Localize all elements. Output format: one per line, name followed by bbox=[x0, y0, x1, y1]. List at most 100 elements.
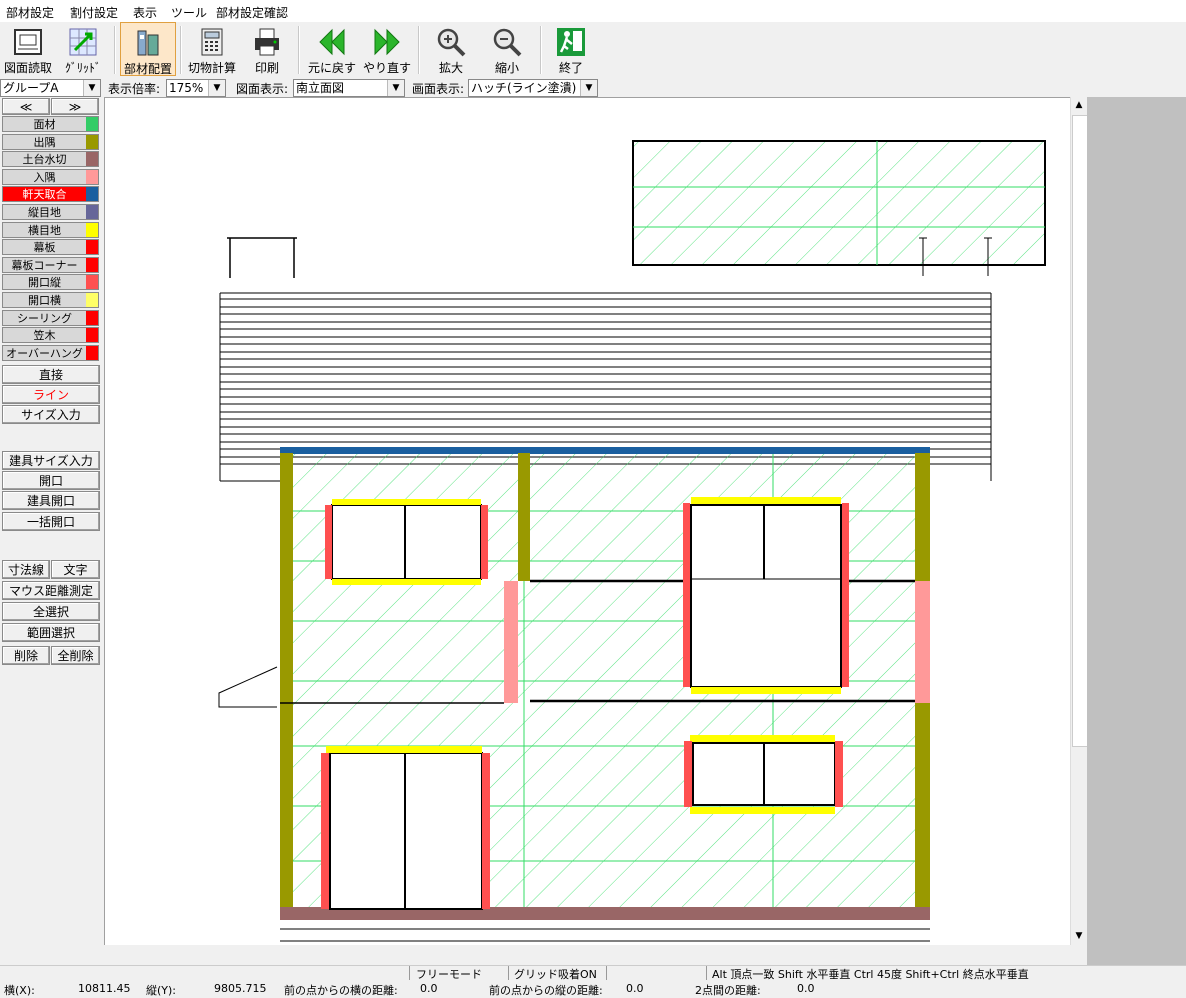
prev-page-button[interactable]: ≪ bbox=[2, 98, 50, 115]
x-value: 10811.45 bbox=[78, 982, 131, 995]
zoom-label: 表示倍率: bbox=[108, 82, 161, 96]
material-item[interactable]: 開口横 bbox=[2, 292, 99, 308]
material-item[interactable]: 開口縦 bbox=[2, 274, 99, 291]
status-bar-top: フリーモード グリッド吸着ON Alt 頂点一致 Shift 水平垂直 Ctrl… bbox=[0, 965, 1186, 981]
menu-layout-settings[interactable]: 割付設定 bbox=[70, 4, 118, 21]
opening-button[interactable]: 開口 bbox=[2, 471, 100, 490]
cut-calc-button[interactable]: 切物計算 bbox=[184, 22, 240, 76]
material-item[interactable]: 土台水切 bbox=[2, 151, 99, 168]
material-color-swatch bbox=[86, 328, 98, 343]
material-item[interactable]: 入隅 bbox=[2, 168, 99, 185]
window-upper-left bbox=[325, 499, 488, 585]
scroll-thumb[interactable] bbox=[1072, 115, 1088, 747]
material-color-swatch bbox=[86, 310, 98, 325]
next-page-button[interactable]: ≫ bbox=[51, 98, 99, 115]
zoom-in-button[interactable]: 拡大 bbox=[426, 22, 476, 76]
material-label: 入隅 bbox=[33, 170, 56, 184]
dy-value: 0.0 bbox=[626, 982, 644, 995]
material-color-swatch bbox=[86, 275, 98, 290]
material-label: シーリング bbox=[17, 311, 72, 325]
material-label: 幕板 bbox=[33, 241, 56, 255]
undo-button[interactable]: 元に戻す bbox=[304, 22, 360, 76]
zoom-select[interactable]: 175% ▼ bbox=[166, 79, 226, 97]
material-color-swatch bbox=[86, 257, 98, 272]
direct-mode-button[interactable]: 直接 bbox=[2, 365, 100, 384]
material-color-swatch bbox=[86, 169, 98, 184]
bulk-opening-button[interactable]: 一括開口 bbox=[2, 512, 100, 531]
material-label: 開口縦 bbox=[28, 276, 61, 290]
menu-view[interactable]: 表示 bbox=[133, 4, 157, 21]
material-item[interactable]: 横目地 bbox=[2, 221, 99, 238]
delete-all-button[interactable]: 全削除 bbox=[51, 646, 100, 665]
material-item[interactable]: 幕板 bbox=[2, 239, 99, 256]
inner-corner-mid bbox=[504, 581, 518, 703]
view-select[interactable]: 南立面図 ▼ bbox=[293, 79, 405, 97]
material-item[interactable]: 軒天取合 bbox=[2, 186, 99, 203]
scroll-down-icon[interactable]: ▼ bbox=[1072, 929, 1086, 943]
inner-corner-right bbox=[915, 581, 930, 703]
dx-value: 0.0 bbox=[420, 982, 438, 995]
material-color-swatch bbox=[86, 134, 98, 149]
material-label: オーバーハング bbox=[6, 346, 83, 360]
group-select[interactable]: グループA ▼ bbox=[0, 79, 101, 97]
zoom-out-button[interactable]: 縮小 bbox=[482, 22, 532, 76]
material-item[interactable]: 笠木 bbox=[2, 327, 99, 344]
roof-plan-panel bbox=[632, 140, 1046, 276]
undo-arrow-icon bbox=[319, 28, 345, 56]
mouse-measure-button[interactable]: マウス距離測定 bbox=[2, 581, 100, 600]
exit-button[interactable]: 終了 bbox=[546, 22, 596, 76]
select-all-button[interactable]: 全選択 bbox=[2, 602, 100, 621]
print-button[interactable]: 印刷 bbox=[244, 22, 290, 76]
zoom-out-icon bbox=[493, 28, 522, 57]
vertical-scrollbar[interactable]: ▲ ▼ bbox=[1070, 97, 1088, 945]
material-label: 面材 bbox=[33, 118, 56, 131]
material-item[interactable]: シーリング bbox=[2, 309, 99, 326]
display-label: 画面表示: bbox=[412, 82, 465, 96]
range-select-button[interactable]: 範囲選択 bbox=[2, 623, 100, 642]
chevron-down-icon: ▼ bbox=[208, 80, 225, 96]
dimension-line-button[interactable]: 寸法線 bbox=[2, 560, 50, 579]
material-item[interactable]: オーバーハング bbox=[2, 344, 99, 361]
material-label: 幕板コーナー bbox=[11, 258, 78, 272]
fitting-opening-button[interactable]: 建具開口 bbox=[2, 491, 100, 510]
material-item[interactable]: 出隅 bbox=[2, 133, 99, 150]
material-color-swatch bbox=[86, 187, 98, 202]
door-lower-left bbox=[321, 746, 490, 910]
material-label: 縦目地 bbox=[28, 206, 61, 219]
cut-calc-icon bbox=[201, 28, 223, 56]
delete-button[interactable]: 削除 bbox=[2, 646, 50, 665]
material-item[interactable]: 幕板コーナー bbox=[2, 256, 99, 273]
line-mode-button[interactable]: ライン bbox=[2, 385, 100, 404]
material-item[interactable]: 縦目地 bbox=[2, 204, 99, 220]
window-upper-right bbox=[683, 497, 849, 694]
scan-drawing-button[interactable]: 図面読取 bbox=[0, 22, 56, 76]
menu-tools[interactable]: ツール bbox=[171, 4, 207, 21]
size-input-button[interactable]: サイズ入力 bbox=[2, 405, 100, 424]
material-item[interactable]: 面材 bbox=[2, 116, 99, 132]
material-color-swatch bbox=[86, 205, 98, 219]
text-button[interactable]: 文字 bbox=[51, 560, 100, 579]
material-label: 土台水切 bbox=[22, 153, 67, 167]
menu-material-settings[interactable]: 部材設定 bbox=[6, 4, 54, 21]
display-select[interactable]: ハッチ(ライン塗潰) ▼ bbox=[468, 79, 598, 97]
printer-icon bbox=[255, 28, 279, 56]
fitting-size-input-button[interactable]: 建具サイズ入力 bbox=[2, 451, 100, 470]
material-color-swatch bbox=[86, 240, 98, 255]
horizontal-scrollbar[interactable] bbox=[104, 945, 1087, 965]
grid-button[interactable]: ｸﾞﾘｯﾄﾞ bbox=[58, 22, 108, 76]
place-material-button[interactable]: 部材配置 bbox=[120, 22, 176, 76]
chevron-down-icon: ▼ bbox=[83, 80, 100, 96]
chevron-down-icon: ▼ bbox=[387, 80, 404, 96]
menu-bar: 部材設定 割付設定 表示 ツール 部材設定確認 bbox=[0, 0, 1186, 23]
material-label: 横目地 bbox=[28, 223, 61, 237]
exit-icon bbox=[557, 28, 585, 56]
menu-material-check[interactable]: 部材設定確認 bbox=[216, 4, 288, 21]
material-label: 笠木 bbox=[33, 329, 56, 343]
scroll-up-icon[interactable]: ▲ bbox=[1072, 98, 1086, 112]
redo-button[interactable]: やり直す bbox=[362, 22, 412, 76]
drawing-scan-icon bbox=[14, 29, 42, 55]
view-label: 図面表示: bbox=[236, 82, 289, 96]
drawing-canvas[interactable] bbox=[104, 97, 1071, 946]
material-color-swatch bbox=[86, 117, 98, 131]
material-color-swatch bbox=[86, 345, 98, 360]
